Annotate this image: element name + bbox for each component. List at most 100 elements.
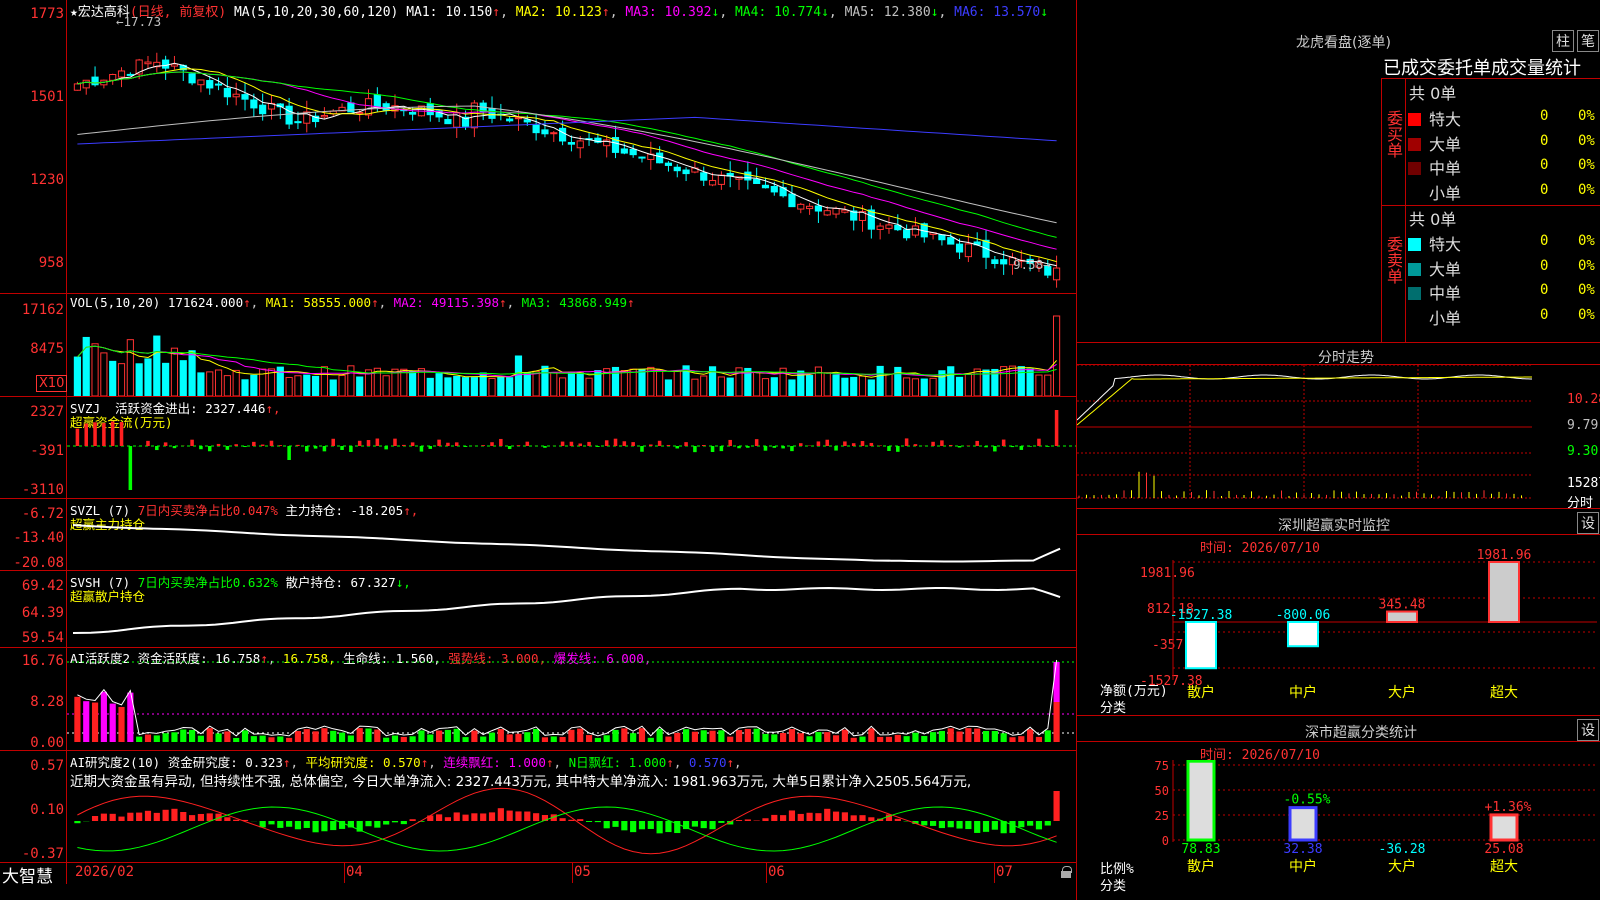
flow-bar <box>199 446 203 450</box>
research-bar <box>453 812 460 821</box>
flow-bar <box>622 441 627 446</box>
buy-color-swatch <box>1408 113 1421 126</box>
flow-bar <box>896 446 900 452</box>
flow-bar <box>781 446 785 449</box>
candle <box>753 178 761 184</box>
volume-bar <box>223 375 231 396</box>
activity-bar <box>903 736 910 742</box>
volume-chart[interactable] <box>67 308 1076 396</box>
flow-bar <box>578 443 582 446</box>
activity-bar <box>1000 733 1007 742</box>
monitor-settings-button[interactable]: 设 <box>1577 512 1599 534</box>
sell-row-pct: 0% <box>1578 257 1595 274</box>
volume-bar <box>206 371 214 396</box>
ai1-chart[interactable] <box>67 648 1076 750</box>
activity-bar <box>153 735 160 742</box>
flow-bar <box>437 439 441 446</box>
svzj-chart[interactable] <box>67 397 1076 498</box>
research-bar <box>656 821 663 834</box>
candle <box>885 224 893 229</box>
research-bar <box>815 813 822 821</box>
buy-row-pct: 0% <box>1578 108 1595 124</box>
activity-bar <box>162 733 169 742</box>
class-y-tick: 25 <box>1155 809 1169 823</box>
research-bar <box>268 821 275 825</box>
volume-bar <box>162 362 170 396</box>
candle <box>682 169 690 175</box>
ai1-ytick-2: 8.28 <box>30 694 64 710</box>
flow-bar <box>993 446 997 452</box>
app-logo[interactable]: 大智慧 <box>2 862 53 887</box>
activity-bar <box>894 734 901 742</box>
candle <box>523 119 531 123</box>
bar-view-button[interactable]: 柱 <box>1552 30 1574 52</box>
svsh-chart[interactable] <box>67 571 1076 647</box>
candle <box>770 186 778 193</box>
holding-line <box>72 524 1061 563</box>
candle <box>700 172 708 181</box>
flow-bar <box>825 439 829 446</box>
volume-bar <box>506 377 514 396</box>
activity-bar <box>338 732 346 742</box>
flow-bar <box>384 446 388 450</box>
class-bar <box>1186 760 1216 842</box>
class-y-tick: 75 <box>1155 760 1169 773</box>
monitor-bar-label: 345.48 <box>1379 598 1426 613</box>
sell-row: 特大 <box>1408 231 1461 255</box>
research-bar <box>436 814 443 821</box>
activity-bar <box>771 734 778 742</box>
flow-bar <box>640 446 644 452</box>
flow-bar <box>728 439 732 446</box>
ma120-line <box>77 116 1057 145</box>
flow-bar <box>596 446 600 447</box>
main-ytick-3: 1230 <box>30 172 64 188</box>
class-bar <box>1288 806 1318 842</box>
candle <box>250 99 258 109</box>
flow-bar <box>454 442 459 446</box>
activity-bar <box>638 728 646 742</box>
class-category: 中户 <box>1289 858 1317 875</box>
flow-bar <box>234 444 238 446</box>
buy-row-count: 0 <box>1540 132 1549 149</box>
kline-chart[interactable] <box>67 14 1076 293</box>
sell-total: 共 0单 <box>1409 210 1457 229</box>
class-chart[interactable]: 75 50 25 0 -1.05% 78.83散户 -0.55% 32.38中户 -36.28大… <box>1077 760 1600 900</box>
flow-bar <box>296 444 300 446</box>
volume-bar <box>241 379 249 396</box>
flow-bar <box>1037 438 1041 446</box>
buy-row-label: 小单 <box>1429 183 1462 203</box>
intraday-chart[interactable] <box>1077 365 1565 508</box>
svzl-ytick-3: -20.08 <box>13 555 64 571</box>
volume-bar <box>135 363 143 396</box>
research-bar <box>409 819 416 821</box>
candle <box>126 73 134 76</box>
activity-bar <box>471 730 478 742</box>
volume-bar <box>576 372 584 396</box>
research-bar <box>480 813 487 821</box>
activity-bar <box>277 736 284 742</box>
tick-view-button[interactable]: 笔 <box>1577 30 1599 52</box>
sell-row-label: 大单 <box>1429 259 1462 279</box>
flow-bar <box>1010 446 1015 448</box>
svzl-chart[interactable] <box>67 499 1076 570</box>
monitor-bar <box>1488 561 1520 623</box>
buy-row-count: 0 <box>1540 181 1549 198</box>
research-bar <box>771 814 778 821</box>
buy-row-pct: 0% <box>1578 157 1595 173</box>
buy-side-label: 委买单 <box>1384 110 1403 158</box>
flow-bar <box>631 442 635 446</box>
volume-bar <box>717 376 725 396</box>
volume-bar <box>638 369 646 396</box>
activity-bar <box>603 735 610 742</box>
research-bar <box>965 821 972 830</box>
candle <box>320 114 328 118</box>
class-settings-button[interactable]: 设 <box>1577 719 1599 741</box>
ai2-chart[interactable] <box>67 751 1076 862</box>
research-bar <box>1009 821 1016 833</box>
research-bar <box>189 815 196 821</box>
activity-bar <box>735 730 743 742</box>
sell-row-label: 中单 <box>1429 284 1462 303</box>
candle <box>1000 259 1008 265</box>
research-bar <box>444 817 451 821</box>
volume-bar <box>453 375 461 396</box>
